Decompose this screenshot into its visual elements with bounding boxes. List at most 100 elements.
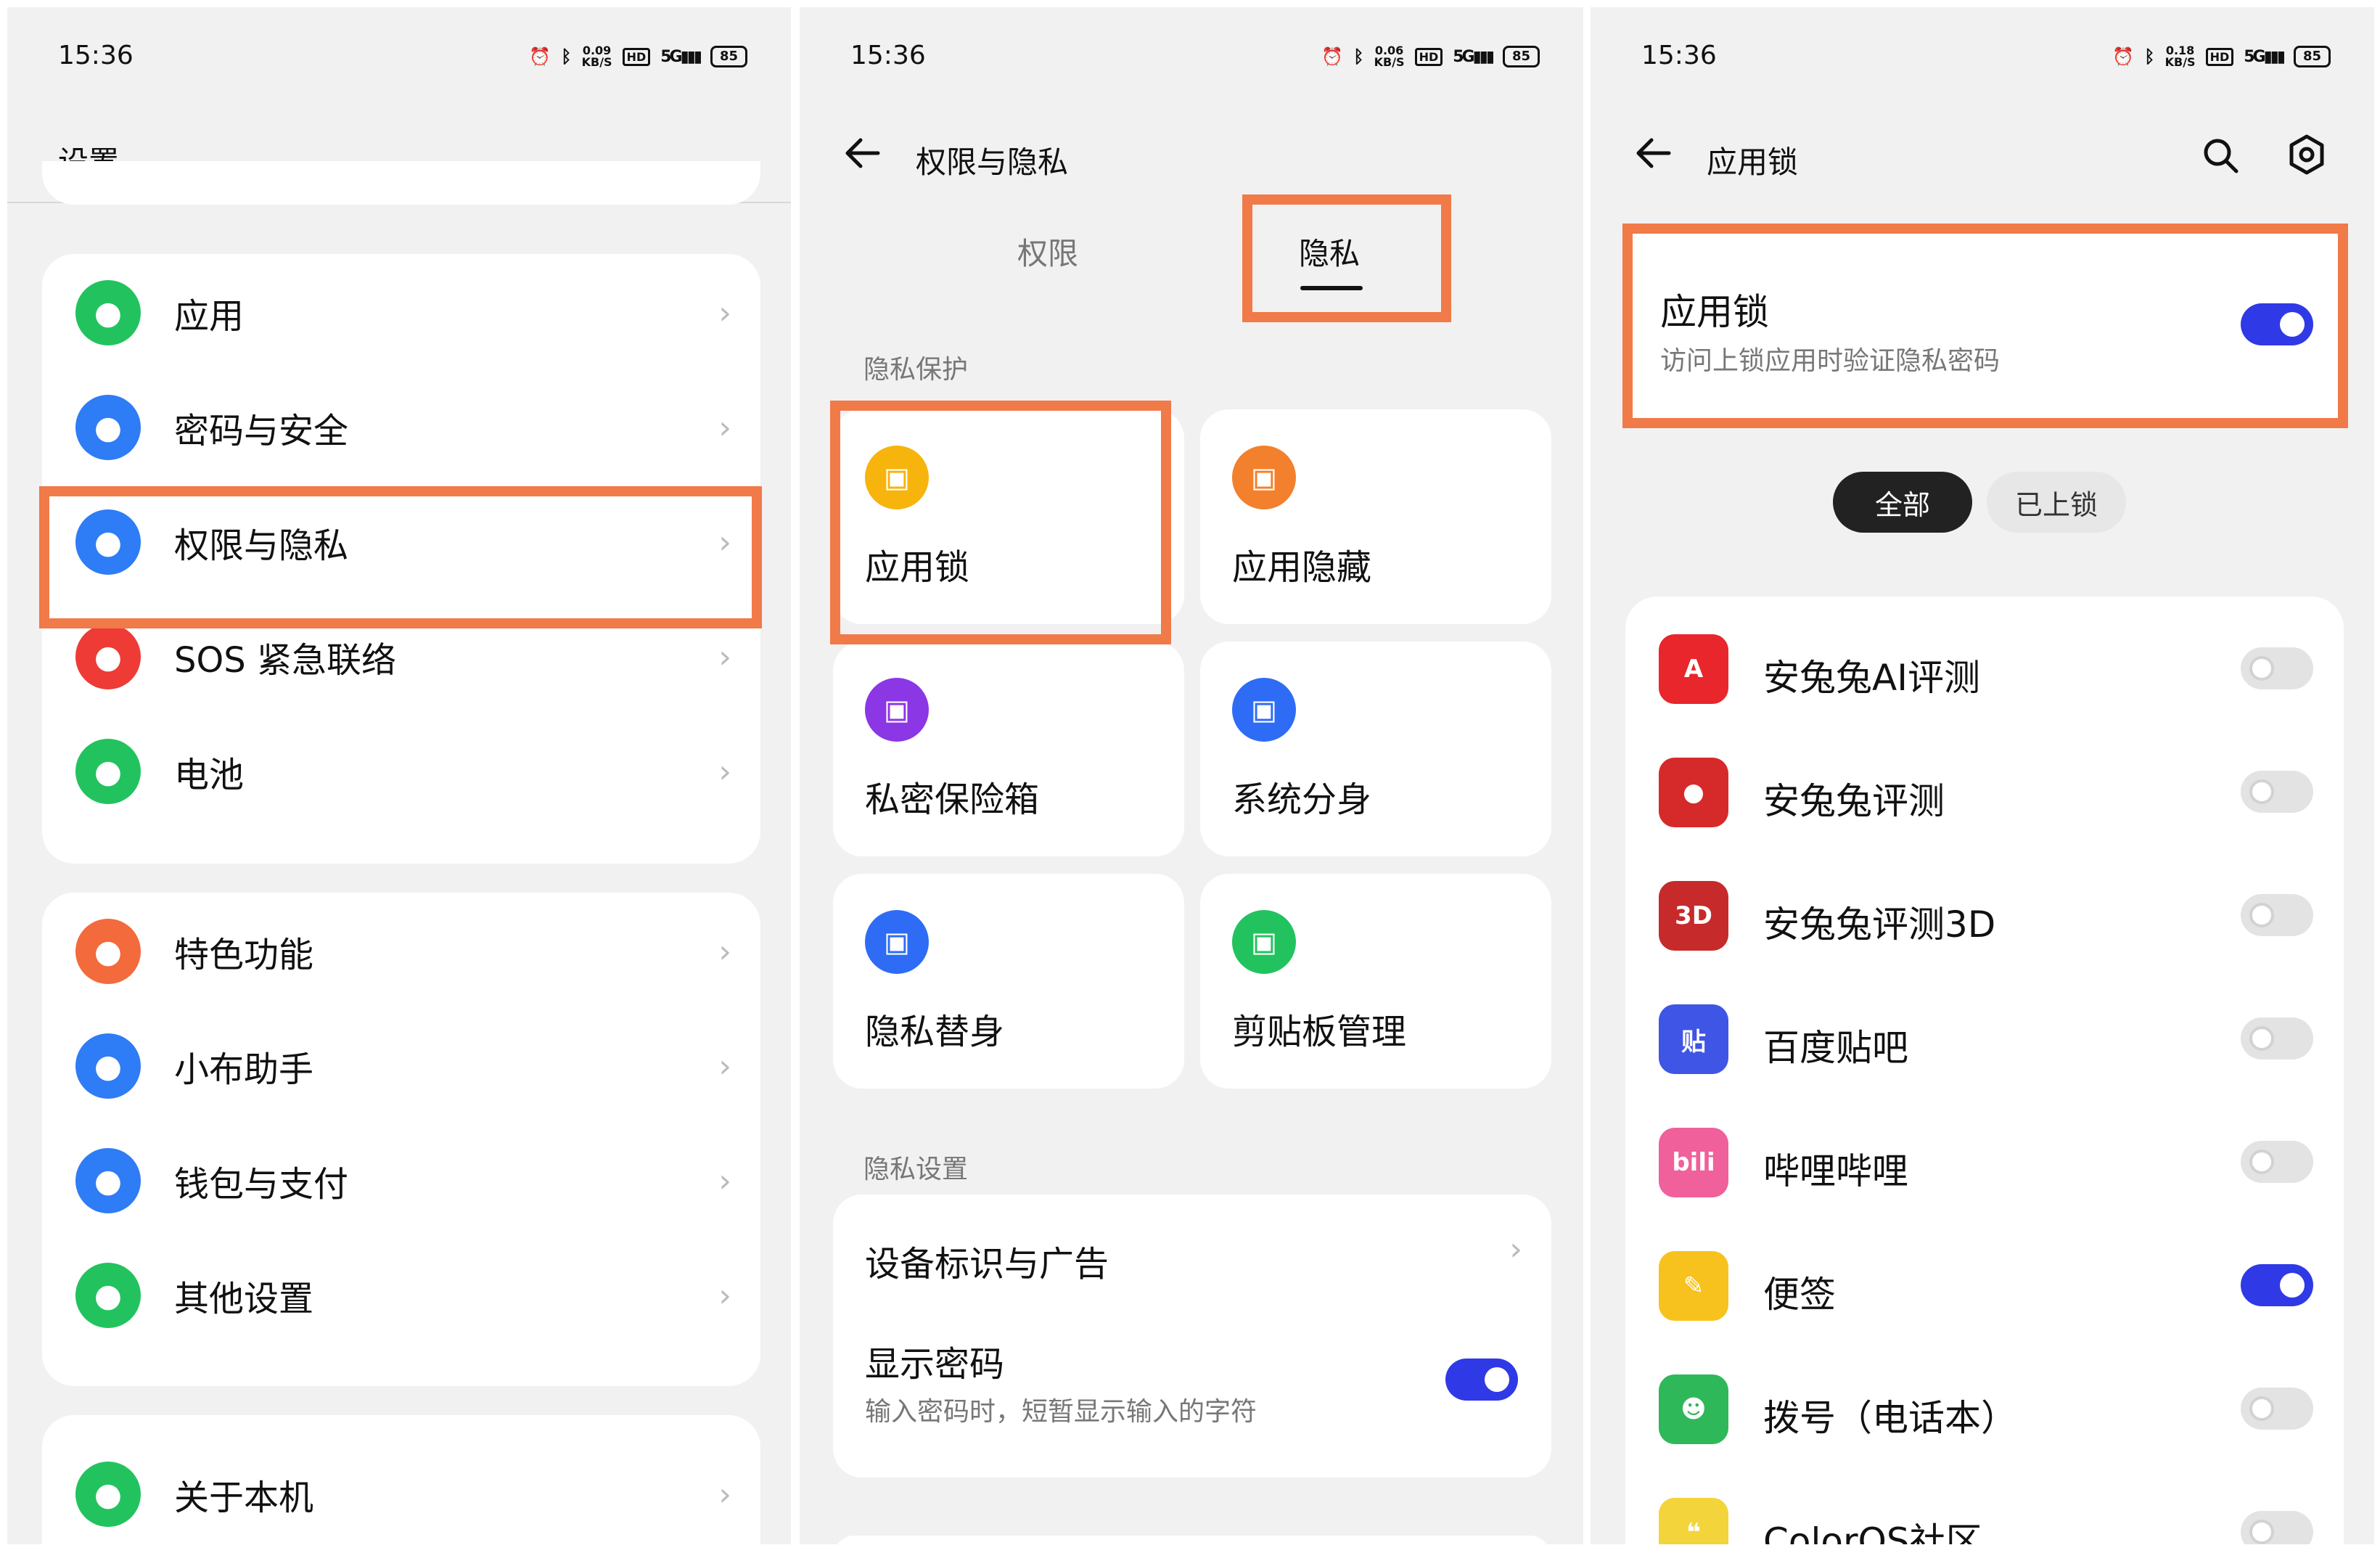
- app-hide-icon: ▣: [1232, 446, 1296, 509]
- apps-icon: ●: [75, 280, 141, 345]
- app-name: 安兔兔AI评测: [1763, 657, 1980, 699]
- antutu-ai-icon: A: [1659, 634, 1728, 704]
- chevron-right-icon: ›: [718, 409, 731, 446]
- app-list-item: ❝ ColorOS社区: [1625, 1470, 2344, 1544]
- app-list-item: A 安兔兔AI评测: [1625, 607, 2344, 730]
- chevron-right-icon: ›: [1509, 1231, 1522, 1268]
- app-list-item: ✎ 便签: [1625, 1224, 2344, 1347]
- key-icon: ●: [75, 395, 141, 460]
- contacts-icon: ☻: [1659, 1374, 1728, 1444]
- settings-gear-icon[interactable]: [2286, 134, 2328, 176]
- sos-asterisk-icon: ●: [75, 624, 141, 689]
- device-id-ads-row[interactable]: 设备标识与广告 ›: [833, 1195, 1551, 1311]
- highlight-box: [830, 401, 1171, 644]
- antutu-3d-icon: 3D: [1659, 881, 1728, 951]
- chevron-right-icon: ›: [718, 933, 731, 970]
- battery-indicator: 85: [1502, 46, 1540, 67]
- settings-row-label: 其他设置: [174, 1279, 314, 1319]
- app-name: 百度贴吧: [1763, 1027, 1908, 1069]
- status-time: 15:36: [58, 41, 134, 70]
- safe-box-icon: ▣: [865, 678, 929, 742]
- search-icon[interactable]: [2202, 136, 2239, 174]
- battery-indicator: 85: [2293, 46, 2331, 67]
- bluetooth-icon: ᛒ: [2144, 46, 2155, 67]
- privacy-tile[interactable]: ▣ 私密保险箱: [833, 642, 1184, 856]
- app-lock-toggle[interactable]: [2241, 647, 2313, 689]
- tieba-icon: 贴: [1659, 1004, 1728, 1074]
- app-name: 便签: [1763, 1274, 1836, 1316]
- chevron-right-icon: ›: [718, 1475, 731, 1513]
- coloros-community-icon: ❝: [1659, 1498, 1728, 1544]
- notes-icon: ✎: [1659, 1251, 1728, 1321]
- privacy-tile-label: 私密保险箱: [865, 779, 1040, 820]
- app-lock-toggle[interactable]: [2241, 1264, 2313, 1306]
- settings-row-label: 钱包与支付: [174, 1164, 349, 1205]
- back-arrow-icon[interactable]: [1633, 135, 1673, 171]
- back-arrow-icon[interactable]: [842, 135, 882, 171]
- bluetooth-icon: ᛒ: [561, 46, 572, 67]
- assistant-icon: ●: [75, 1033, 141, 1099]
- settings-row[interactable]: ● 其他设置 ›: [42, 1238, 760, 1353]
- privacy-tile[interactable]: ▣ 剪贴板管理: [1200, 874, 1551, 1089]
- app-list-item: ● 安兔兔评测: [1625, 730, 2344, 853]
- settings-row-label: 特色功能: [174, 935, 314, 975]
- alarm-icon: ⏰: [529, 46, 551, 67]
- privacy-tile[interactable]: ▣ 隐私替身: [833, 874, 1184, 1089]
- app-lock-toggle[interactable]: [2241, 1017, 2313, 1060]
- highlight-box: [1242, 194, 1451, 322]
- clone-icon: ▣: [1232, 678, 1296, 742]
- privacy-tile[interactable]: ▣ 应用隐藏: [1200, 409, 1551, 624]
- privacy-settings-card: 设备标识与广告 › 显示密码 输入密码时，短暂显示输入的字符: [833, 1195, 1551, 1478]
- bilibili-icon: bili: [1659, 1128, 1728, 1197]
- wallet-icon: ●: [75, 1148, 141, 1213]
- app-name: 拨号（电话本）: [1763, 1397, 2017, 1439]
- settings-row[interactable]: ● 应用 ›: [42, 255, 760, 370]
- settings-row[interactable]: ● 特色功能 ›: [42, 894, 760, 1009]
- chevron-right-icon: ›: [718, 638, 731, 676]
- page-title: 应用锁: [1707, 144, 1799, 180]
- status-bar: 15:36 ⏰ ᛒ 0.18 KB/S HD 5G▮▮▮ 85: [1641, 41, 2331, 77]
- clipboard-icon: ▣: [1232, 910, 1296, 974]
- filter-all[interactable]: 全部: [1833, 472, 1972, 533]
- status-bar: 15:36 ⏰ ᛒ 0.06 KB/S HD 5G▮▮▮ 85: [850, 41, 1540, 77]
- status-time: 15:36: [1641, 41, 1717, 70]
- app-name: 安兔兔评测: [1763, 780, 1945, 822]
- net-speed: 0.06 KB/S: [1374, 44, 1405, 69]
- settings-row[interactable]: ● 钱包与支付 ›: [42, 1123, 760, 1238]
- app-list: A 安兔兔AI评测 ● 安兔兔评测 3D 安兔兔评测3D 贴百度贴吧 bili 哔哩哔哩 ✎ 便签 ☻…: [1625, 597, 2344, 1544]
- app-lock-toggle[interactable]: [2241, 1388, 2313, 1430]
- signal-icon: 5G▮▮▮: [2244, 47, 2286, 66]
- tab-permissions[interactable]: 权限: [1017, 229, 1078, 274]
- privacy-tile-label: 应用隐藏: [1232, 547, 1372, 588]
- settings-row-label: 密码与安全: [174, 411, 349, 451]
- settings-row-label: 电池: [174, 755, 245, 795]
- app-lock-toggle[interactable]: [2241, 894, 2313, 936]
- settings-screen: 15:36 ⏰ ᛒ 0.09KB/S HD 5G▮▮▮ 85 设置 ●应用›●密…: [7, 7, 791, 1544]
- settings-group-3: ● 关于本机 ›: [42, 1415, 760, 1544]
- filter-locked[interactable]: 已上锁: [1987, 472, 2126, 533]
- section-privacy-settings: 隐私设置: [863, 1155, 969, 1184]
- settings-row[interactable]: ● 关于本机 ›: [42, 1437, 760, 1544]
- chevron-right-icon: ›: [718, 1047, 731, 1085]
- app-lock-toggle[interactable]: [2241, 1141, 2313, 1183]
- app-lock-toggle[interactable]: [2241, 771, 2313, 813]
- app-lock-toggle[interactable]: [2241, 1511, 2313, 1544]
- phone-icon: ●: [75, 1462, 141, 1527]
- settings-row[interactable]: ● 密码与安全 ›: [42, 370, 760, 485]
- settings-row[interactable]: ● 小布助手 ›: [42, 1009, 760, 1123]
- section-privacy-protect: 隐私保护: [863, 355, 969, 385]
- gear-icon: ●: [75, 1263, 141, 1328]
- status-time: 15:36: [850, 41, 926, 70]
- next-card: [833, 1536, 1551, 1544]
- show-password-label: 显示密码: [865, 1344, 1005, 1385]
- privacy-tile-label: 剪贴板管理: [1232, 1012, 1407, 1052]
- settings-row[interactable]: ● 电池 ›: [42, 714, 760, 829]
- settings-row-label: 应用: [174, 296, 245, 337]
- show-password-toggle[interactable]: [1445, 1359, 1518, 1401]
- privacy-tile[interactable]: ▣ 系统分身: [1200, 642, 1551, 856]
- app-list-item: 3D 安兔兔评测3D: [1625, 853, 2344, 977]
- app-lock-screen: 15:36 ⏰ ᛒ 0.18 KB/S HD 5G▮▮▮ 85 应用锁 应用锁 访…: [1591, 7, 2374, 1544]
- show-password-row: 显示密码 输入密码时，短暂显示输入的字符: [833, 1318, 1551, 1463]
- net-speed: 0.09 KB/S: [581, 44, 612, 69]
- settings-group-2: ● 特色功能 › ● 小布助手 › ● 钱包与支付 › ● 其他设置 ›: [42, 893, 760, 1386]
